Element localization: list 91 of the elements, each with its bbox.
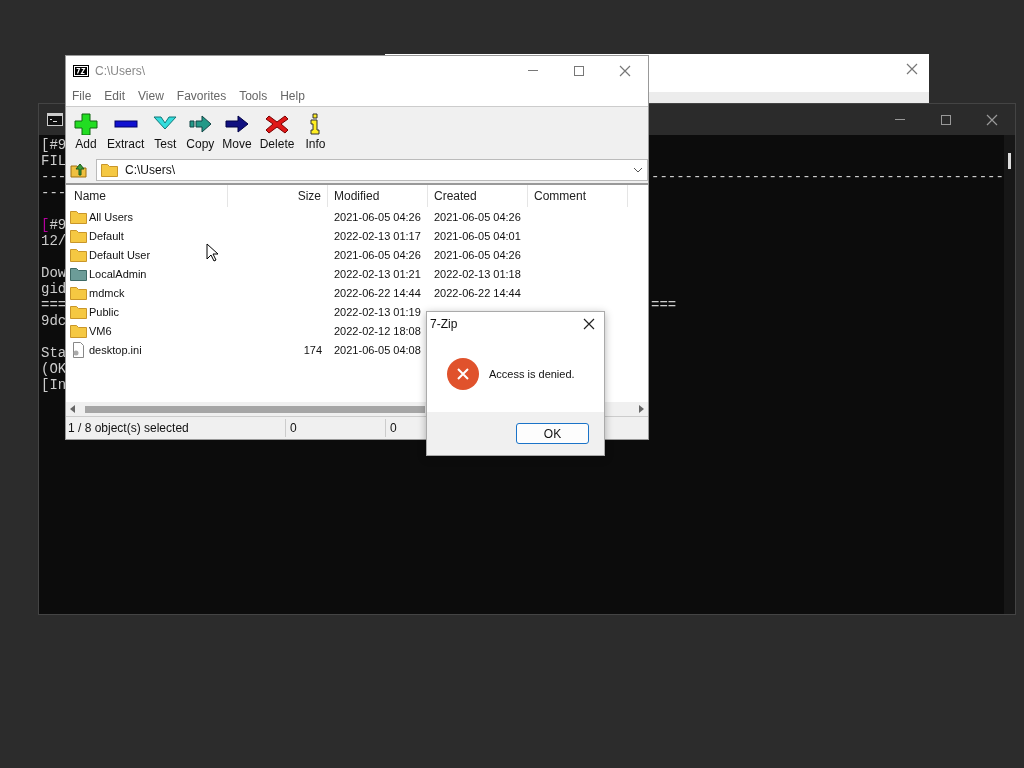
console-text: 9dc: [41, 313, 67, 329]
menu-item[interactable]: File: [72, 88, 92, 103]
console-text: Sta: [41, 345, 67, 361]
dialog-message: Access is denied.: [489, 368, 575, 380]
status-text: 0: [286, 419, 386, 437]
console-text: [#9: [41, 137, 67, 153]
toolbar-button[interactable]: Test: [148, 113, 183, 151]
console-text: ---: [41, 169, 67, 185]
name-cell[interactable]: desktop.ini: [68, 341, 228, 358]
date-cell-text: 2022-02-12 18:08: [333, 324, 422, 337]
date-cell-text: 2021-06-05 04:01: [433, 229, 522, 242]
column-header[interactable]: Name: [68, 185, 228, 207]
dialog-title: 7-Zip: [430, 317, 458, 331]
folder-icon: [70, 323, 87, 338]
dropdown-icon: [633, 167, 643, 173]
date-cell-text: 2022-02-13 01:21: [333, 267, 422, 280]
console-text: gid: [41, 281, 67, 297]
folder-icon: [70, 285, 87, 300]
console-text: ---: [41, 185, 67, 201]
date-cell-text: 2022-02-13 01:18: [433, 267, 522, 280]
folder-icon: [70, 247, 87, 262]
folder-icon: [101, 163, 118, 177]
folder-icon: [70, 228, 87, 243]
menu-item[interactable]: Help: [280, 88, 305, 103]
console-text: 12/: [41, 233, 67, 249]
console-text: (OK: [41, 361, 67, 377]
ok-button[interactable]: OK: [516, 423, 589, 444]
console-text: Dow: [41, 265, 67, 281]
terminal-icon: [47, 113, 63, 126]
close-icon: [619, 64, 631, 77]
date-cell-text: 2021-06-05 04:26: [333, 248, 422, 261]
arrow-icon: [187, 113, 214, 135]
scrollbar-thumb[interactable]: [1007, 153, 1011, 169]
name-cell[interactable]: Public: [68, 304, 228, 319]
file-icon: [70, 341, 87, 358]
date-cell-text: 2021-06-05 04:08: [333, 343, 422, 356]
toolbar-button[interactable]: Delete: [255, 113, 299, 151]
toolbar-button[interactable]: Add: [69, 113, 103, 151]
status-text: 1 / 8 object(s) selected: [66, 419, 286, 437]
cross-icon: [264, 113, 291, 135]
console-text: ===: [651, 297, 677, 313]
folder-icon: [70, 304, 87, 319]
column-header[interactable]: Size: [228, 185, 328, 207]
date-cell-text: 2022-02-13 01:17: [333, 229, 422, 242]
close-icon: [906, 63, 918, 75]
close-icon: [583, 318, 595, 330]
toolbar-button[interactable]: Extract: [103, 113, 149, 151]
cursor-icon: [206, 243, 219, 262]
folder-icon: [70, 209, 87, 224]
toolbar-button[interactable]: Info: [298, 113, 333, 151]
column-header[interactable]: Comment: [528, 185, 628, 207]
maximize-icon: [940, 113, 952, 126]
console-text: FIL: [41, 153, 67, 169]
name-cell[interactable]: Default: [68, 228, 228, 243]
name-cell[interactable]: LocalAdmin: [68, 266, 228, 281]
menu-item[interactable]: Edit: [104, 88, 126, 103]
date-cell-text: 2021-06-05 04:26: [433, 248, 522, 261]
date-cell-text: 2022-02-13 01:19: [333, 305, 422, 318]
console-text: [In: [41, 377, 67, 393]
app-logo-icon: [73, 64, 89, 77]
console-text: [#9: [41, 217, 67, 233]
name-cell[interactable]: VM6: [68, 323, 228, 338]
date-cell-text: 2022-06-22 14:44: [333, 286, 422, 299]
name-cell[interactable]: All Users: [68, 209, 228, 224]
column-header[interactable]: Modified: [328, 185, 428, 207]
date-cell-text: 2022-06-22 14:44: [433, 286, 522, 299]
folder-icon: [70, 266, 87, 281]
path-combobox[interactable]: C:\Users\: [96, 159, 648, 181]
maximize-icon: [573, 64, 585, 77]
window-title: C:\Users\: [95, 63, 145, 78]
minimize-icon: [528, 70, 538, 71]
name-cell[interactable]: Default User: [68, 247, 228, 262]
menu-item[interactable]: Tools: [239, 88, 268, 103]
menu-item[interactable]: Favorites: [176, 88, 227, 103]
toolbar-button[interactable]: Move: [218, 113, 256, 151]
column-header[interactable]: Created: [428, 185, 528, 207]
size-cell-text: 174: [302, 343, 323, 356]
date-cell-text: 2021-06-05 04:26: [433, 210, 522, 223]
close-icon: [986, 113, 998, 126]
date-cell-text: 2021-06-05 04:26: [333, 210, 422, 223]
minimize-icon: [895, 119, 905, 120]
menu-item[interactable]: View: [138, 88, 164, 103]
error-icon: [447, 358, 479, 390]
toolbar-button[interactable]: Copy: [182, 113, 219, 151]
scroll-right-icon: [637, 405, 645, 413]
name-cell[interactable]: mdmck: [68, 285, 228, 300]
console-text: ===: [41, 297, 67, 313]
console-text: ------------------------------------------: [651, 169, 1004, 185]
scroll-left-icon: [69, 405, 77, 413]
plus-icon: [73, 113, 99, 135]
arrow-icon: [224, 113, 251, 135]
